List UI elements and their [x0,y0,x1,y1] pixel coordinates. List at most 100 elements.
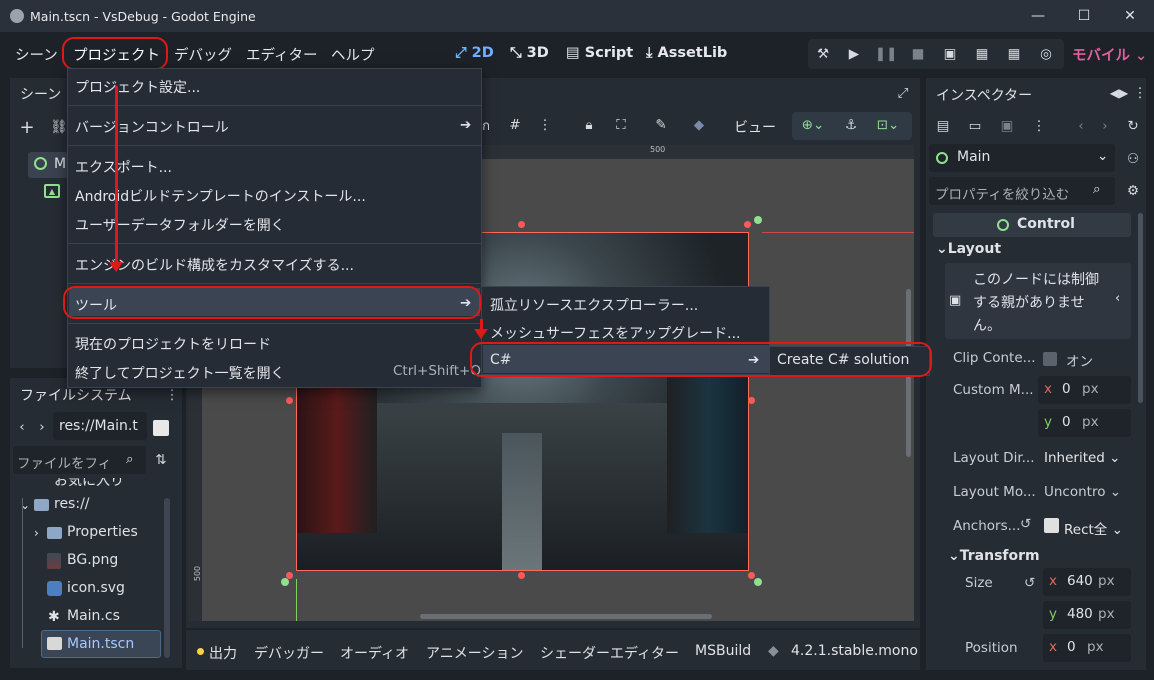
movie-maker-icon[interactable]: ◎ [1036,44,1056,64]
split-mode-icon[interactable] [153,420,169,436]
custom-min-x[interactable]: x 0 px [1038,376,1131,404]
reset-icon[interactable]: ↺ [1024,575,1035,591]
mode-2d[interactable]: ⤢ 2D [455,45,494,61]
load-resource-icon[interactable]: ▭ [966,117,984,135]
group-icon[interactable]: ⛶ [612,116,630,134]
anchors-select[interactable]: Rect全 ⌄ [1064,518,1123,538]
play-icon[interactable]: ▶ [844,44,864,64]
fullscreen-icon[interactable]: ⤢ [894,84,912,102]
scene-tree-root[interactable]: Ma [28,152,75,178]
play-scene-icon[interactable]: ▦ [972,44,992,64]
path-field[interactable]: res://Main.t [53,412,147,440]
menu-orphan-resource-explorer[interactable]: 孤立リソースエクスプローラー... [490,295,698,315]
fs-main-cs[interactable]: Main.cs [67,608,120,624]
menu-editor[interactable]: エディター [246,44,318,65]
size-y[interactable]: y 480 px [1043,601,1131,629]
add-anchor-icon[interactable]: ⊕⌄ [798,116,828,134]
link-icon[interactable]: ⛓ [50,118,68,136]
view-menu[interactable]: ビュー [734,117,776,137]
new-resource-icon[interactable]: ▤ [934,117,952,135]
dock-arrows-icon[interactable]: ◀▶ [1104,85,1134,101]
mode-assetlib[interactable]: ⤓ AssetLib [646,45,727,61]
back-icon[interactable]: ‹ [16,418,28,436]
handle[interactable] [748,397,755,404]
fs-bg-png[interactable]: BG.png [67,552,118,568]
layout-section[interactable]: ⌄Layout [936,241,1001,257]
ruler-tool-icon[interactable]: ก [482,116,490,134]
fs-res-root[interactable]: res:// [54,496,90,512]
more-icon[interactable]: ⋮ [538,116,552,134]
camera-icon[interactable]: ◆ [690,116,708,134]
menu-debug[interactable]: デバッグ [174,44,232,65]
remote-debug-icon[interactable]: ▣ [940,44,960,64]
fs-main-tscn-selected[interactable]: Main.tscn [41,630,161,658]
history-back-icon[interactable]: ‹ [1072,117,1090,135]
menu-version-control[interactable]: バージョンコントロール [75,117,229,137]
anchor-handle[interactable] [754,578,762,586]
expand-icon[interactable]: › [34,526,39,540]
tab-debugger[interactable]: デバッガー [254,643,324,663]
dock-menu-icon[interactable]: ⋮ [1133,85,1147,101]
maximize-button[interactable]: ☐ [1061,0,1107,32]
position-x[interactable]: x 0 px [1043,634,1131,662]
forward-icon[interactable]: › [36,418,48,436]
close-button[interactable]: ✕ [1107,0,1153,32]
handle[interactable] [286,397,293,404]
mode-3d[interactable]: ⤡ 3D [510,45,549,61]
tab-audio[interactable]: オーディオ [340,643,409,663]
file-filter-input[interactable]: ファイルをフィ ⌕ [13,446,146,474]
inspector-scrollbar[interactable] [1138,213,1143,403]
handle[interactable] [518,572,525,579]
menu-help[interactable]: ヘルプ [331,44,375,65]
stop-icon[interactable]: ■ [908,44,928,64]
history-forward-icon[interactable]: › [1096,117,1114,135]
scene-tab[interactable]: シーン [20,84,61,104]
bone-icon[interactable]: ✎ [652,116,670,134]
transform-section[interactable]: ⌄Transform [948,548,1040,564]
pause-icon[interactable]: ❚❚ [875,44,898,64]
lock-icon[interactable]: 🔒︎ [580,116,598,134]
tab-msbuild[interactable]: MSBuild [695,643,751,659]
layout-mode-select[interactable]: Uncontro ⌄ [1044,484,1121,500]
more-icon[interactable]: ⋮ [1030,117,1048,135]
kebab-icon[interactable]: ⋮ [165,387,179,403]
tab-output[interactable]: 出力 [209,643,237,663]
anchor-icon[interactable]: ⚓ [842,116,860,134]
anchor-handle[interactable] [281,578,289,586]
anchor-handle[interactable] [754,216,762,224]
fs-icon-svg[interactable]: icon.svg [67,580,125,596]
menu-upgrade-mesh-surfaces[interactable]: メッシュサーフェスをアップグレード... [490,323,741,343]
size-x[interactable]: x 640 px [1043,568,1131,596]
fs-properties[interactable]: Properties [67,524,138,540]
menu-export[interactable]: エクスポート... [75,157,172,177]
container-sizing-icon[interactable]: ⊡⌄ [872,116,904,134]
tab-animation[interactable]: アニメーション [426,643,523,663]
clip-checkbox[interactable] [1043,352,1057,366]
mode-script[interactable]: ▤ Script [566,45,633,61]
menu-scene[interactable]: シーン [15,44,58,65]
layout-direction-select[interactable]: Inherited ⌄ [1044,450,1120,466]
menu-quit-to-project-list[interactable]: 終了してプロジェクト一覧を開く [75,363,285,383]
property-filter-input[interactable]: プロパティを絞り込む ⌕ [929,177,1115,205]
pin-icon[interactable]: ◆ [768,643,779,659]
play-custom-scene-icon[interactable]: ▦ [1004,44,1024,64]
handle[interactable] [748,572,755,579]
handle[interactable] [518,221,525,228]
minimize-button[interactable]: — [1015,0,1061,32]
grid-icon[interactable]: # [506,116,524,134]
history-icon[interactable]: ↻ [1124,117,1142,135]
menu-project-settings[interactable]: プロジェクト設定... [75,77,200,97]
renderer-select[interactable]: モバイル ⌄ [1072,44,1147,65]
doc-icon[interactable]: ⚇ [1124,150,1142,168]
h-scrollbar[interactable] [420,614,712,619]
collapse-warning-icon[interactable]: ‹ [1115,291,1120,306]
reset-icon[interactable]: ↺ [1020,516,1031,532]
menu-reload-project[interactable]: 現在のプロジェクトをリロード [75,334,271,354]
add-node-icon[interactable]: + [18,117,36,138]
settings-icon[interactable]: ⚙ [1124,182,1142,200]
node-selector[interactable]: Main ⌄ [929,144,1115,172]
fs-scrollbar[interactable] [164,498,170,658]
menu-open-user-data-folder[interactable]: ユーザーデータフォルダーを開く [75,215,285,235]
sort-icon[interactable]: ⇅ [152,452,170,468]
handle[interactable] [744,221,751,228]
